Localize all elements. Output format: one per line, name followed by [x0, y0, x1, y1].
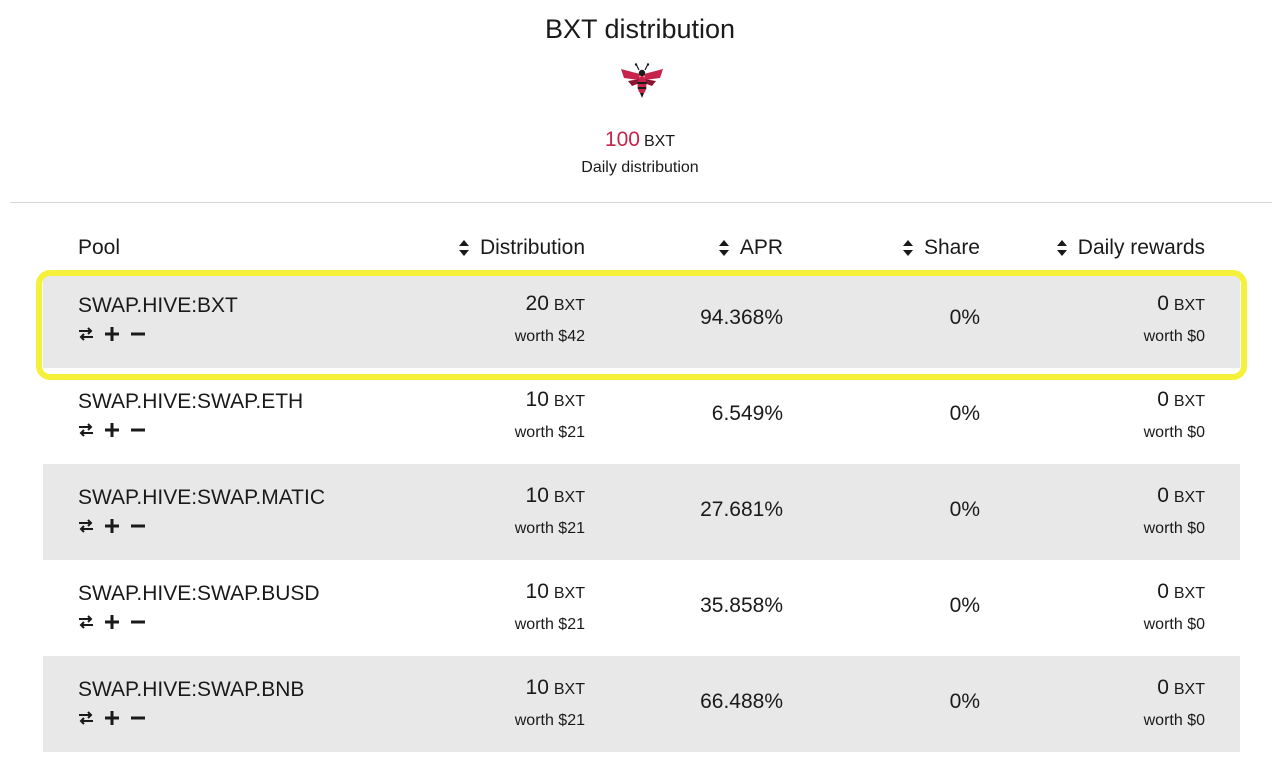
swap-icon[interactable] [77, 613, 95, 631]
bee-icon [621, 63, 663, 98]
add-liquidity-icon[interactable] [103, 613, 121, 631]
apr-value: 66.488% [700, 690, 783, 713]
swap-icon[interactable] [77, 517, 95, 535]
column-header-apr[interactable]: APR [718, 236, 783, 260]
distribution-amount: 10 BXT [525, 580, 585, 603]
table-row: SWAP.HIVE:SWAP.BUSD 10 BXT worth $21 35.8… [43, 560, 1240, 656]
apr-value: 27.681% [700, 498, 783, 521]
distribution-amount: 10 BXT [525, 484, 585, 507]
share-value: 0% [949, 498, 980, 521]
table-header: Pool Distribution APR Share Daily reward… [43, 226, 1240, 272]
distribution-worth: worth $21 [514, 616, 585, 633]
add-liquidity-icon[interactable] [103, 325, 121, 343]
table-row: SWAP.HIVE:BXT 20 BXT worth $42 94.368% 0%… [43, 272, 1240, 368]
pool-name: SWAP.HIVE:BXT [78, 294, 238, 317]
remove-liquidity-icon[interactable] [129, 613, 147, 631]
share-value: 0% [949, 306, 980, 329]
add-liquidity-icon[interactable] [103, 421, 121, 439]
apr-value: 35.858% [700, 594, 783, 617]
swap-icon[interactable] [77, 421, 95, 439]
daily-reward-amount: 0 BXT [1157, 676, 1205, 699]
swap-icon[interactable] [77, 709, 95, 727]
apr-value: 6.549% [711, 402, 783, 425]
daily-distribution-label: Daily distribution [581, 159, 699, 176]
daily-reward-amount: 0 BXT [1157, 388, 1205, 411]
column-header-share[interactable]: Share [902, 236, 980, 260]
sort-icon [458, 240, 469, 256]
remove-liquidity-icon[interactable] [129, 517, 147, 535]
add-liquidity-icon[interactable] [103, 517, 121, 535]
daily-reward-worth: worth $0 [1143, 424, 1205, 441]
daily-reward-amount: 0 BXT [1157, 292, 1205, 315]
row-actions [77, 613, 147, 631]
pool-name: SWAP.HIVE:SWAP.BUSD [78, 582, 320, 605]
row-actions [77, 517, 147, 535]
row-actions [77, 709, 147, 727]
distribution-amount: 10 BXT [525, 388, 585, 411]
daily-reward-worth: worth $0 [1143, 520, 1205, 537]
pool-name: SWAP.HIVE:SWAP.MATIC [78, 486, 325, 509]
table-row: SWAP.HIVE:SWAP.MATIC 10 BXT worth $21 27.… [43, 464, 1240, 560]
pools-table: Pool Distribution APR Share Daily reward… [43, 226, 1240, 752]
daily-reward-worth: worth $0 [1143, 712, 1205, 729]
remove-liquidity-icon[interactable] [129, 421, 147, 439]
distribution-worth: worth $21 [514, 712, 585, 729]
amount-unit: BXT [643, 133, 676, 150]
sort-icon [718, 240, 729, 256]
table-row: SWAP.HIVE:SWAP.ETH 10 BXT worth $21 6.549… [43, 368, 1240, 464]
row-actions [77, 325, 147, 343]
add-liquidity-icon[interactable] [103, 709, 121, 727]
remove-liquidity-icon[interactable] [129, 709, 147, 727]
table-row: SWAP.HIVE:SWAP.BNB 10 BXT worth $21 66.48… [43, 656, 1240, 752]
share-value: 0% [949, 594, 980, 617]
row-actions [77, 421, 147, 439]
share-value: 0% [949, 690, 980, 713]
distribution-amount: 10 BXT [525, 676, 585, 699]
distribution-worth: worth $42 [514, 328, 585, 345]
apr-value: 94.368% [700, 306, 783, 329]
distribution-amount: 20 BXT [525, 292, 585, 315]
sort-icon [902, 240, 913, 256]
divider [10, 202, 1272, 203]
column-header-distribution[interactable]: Distribution [458, 236, 585, 260]
pool-name: SWAP.HIVE:SWAP.ETH [78, 390, 304, 413]
column-header-pool: Pool [78, 236, 121, 259]
remove-liquidity-icon[interactable] [129, 325, 147, 343]
column-header-daily-rewards[interactable]: Daily rewards [1056, 236, 1205, 260]
swap-icon[interactable] [77, 325, 95, 343]
distribution-worth: worth $21 [514, 424, 585, 441]
daily-reward-amount: 0 BXT [1157, 580, 1205, 603]
daily-reward-amount: 0 BXT [1157, 484, 1205, 507]
pool-name: SWAP.HIVE:SWAP.BNB [78, 678, 305, 701]
page: BXT distribution 100 BXT Daily distributi… [0, 0, 1280, 771]
sort-icon [1056, 240, 1067, 256]
daily-reward-worth: worth $0 [1143, 328, 1205, 345]
daily-distribution-amount: 100 BXT [0, 128, 1280, 152]
share-value: 0% [949, 402, 980, 425]
page-title: BXT distribution [544, 14, 736, 44]
amount-value: 100 [604, 128, 640, 151]
daily-reward-worth: worth $0 [1143, 616, 1205, 633]
distribution-worth: worth $21 [514, 520, 585, 537]
